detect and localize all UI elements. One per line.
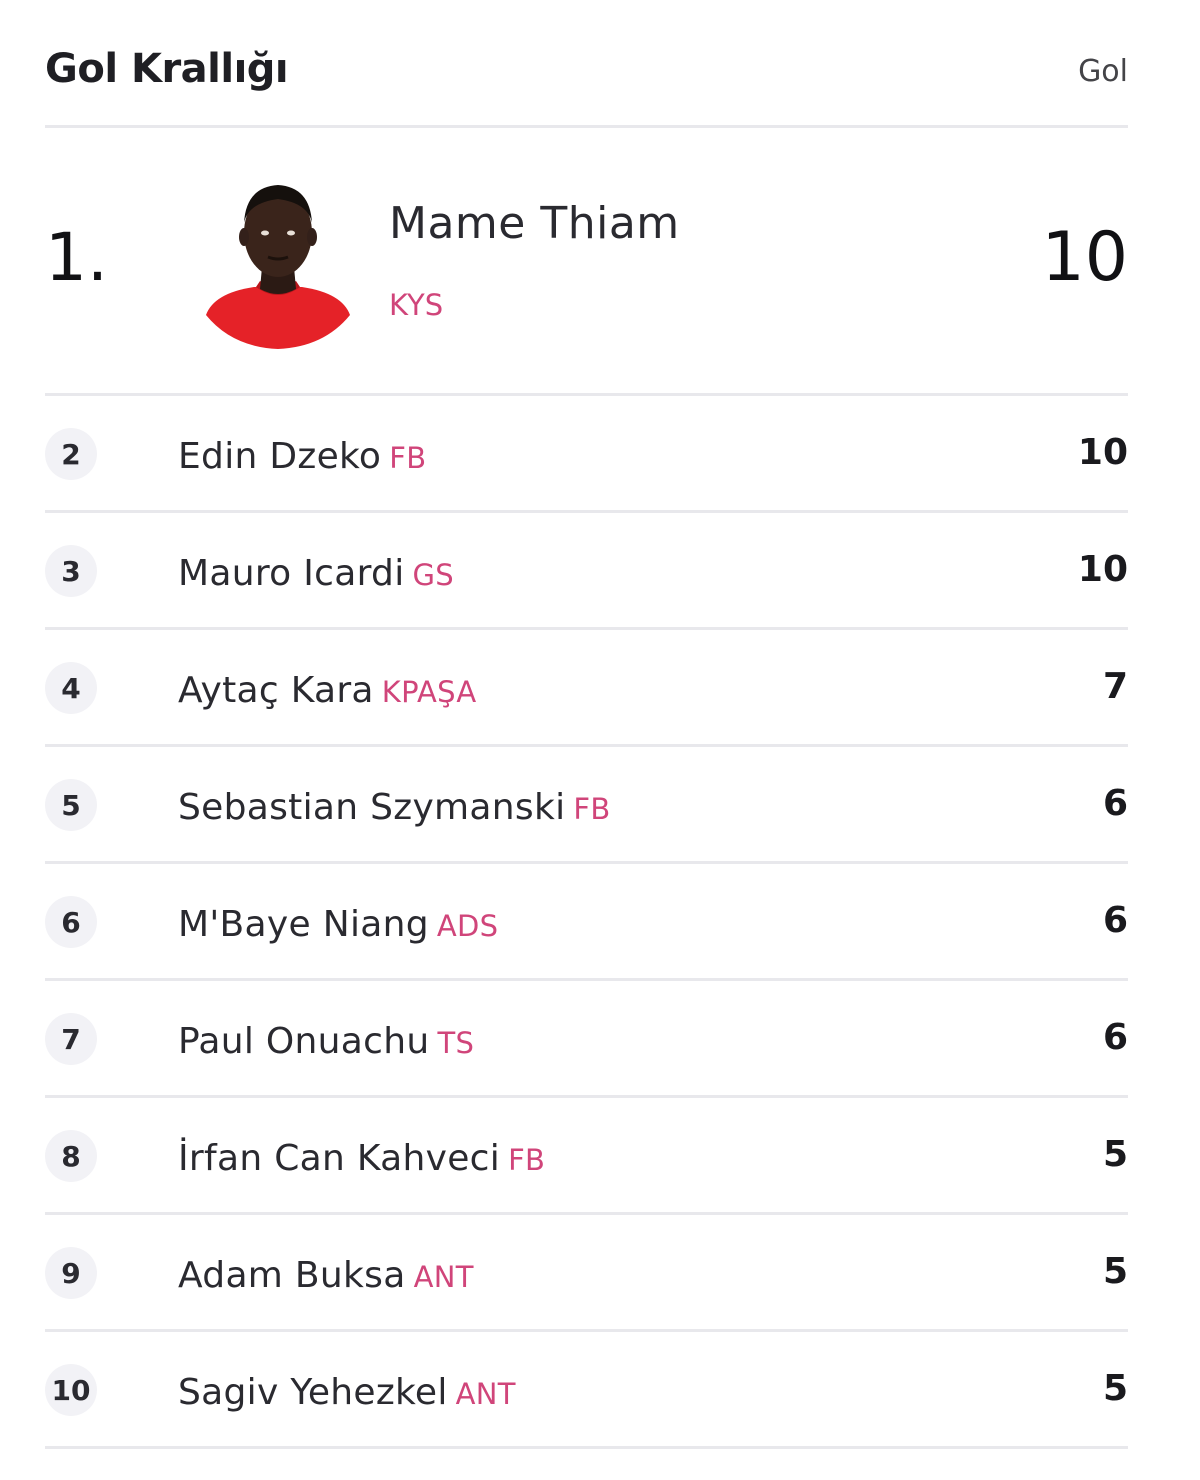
rank-badge: 2	[45, 428, 97, 480]
team-code: TS	[437, 1026, 475, 1060]
player-name: Sebastian Szymanski	[178, 787, 566, 828]
player-cell: Paul Onuachu TS	[178, 1021, 474, 1062]
player-name: Sagiv Yehezkel	[178, 1372, 448, 1413]
table-row[interactable]: 3 Mauro Icardi GS 10	[45, 513, 1128, 630]
goal-count: 6	[1102, 1017, 1128, 1058]
team-code: ANT	[413, 1260, 474, 1294]
team-code: KPAŞA	[381, 675, 477, 709]
player-cell: İrfan Can Kahveci FB	[178, 1138, 545, 1179]
player-cell: Sebastian Szymanski FB	[178, 787, 611, 828]
table-row[interactable]: 7 Paul Onuachu TS 6	[45, 981, 1128, 1098]
rank-badge: 6	[45, 896, 97, 948]
rank-badge: 4	[45, 662, 97, 714]
table-row[interactable]: 10 Sagiv Yehezkel ANT 5	[45, 1332, 1128, 1449]
rank-badge: 9	[45, 1247, 97, 1299]
player-name: İrfan Can Kahveci	[178, 1138, 501, 1179]
goals-column-label: Gol	[1078, 54, 1128, 89]
rank-badge: 3	[45, 545, 97, 597]
table-row[interactable]: 2 Edin Dzeko FB 10	[45, 396, 1128, 513]
rank-badge: 10	[45, 1364, 97, 1416]
team-code: FB	[573, 792, 611, 826]
rank-badge: 5	[45, 779, 97, 831]
goal-count: 5	[1102, 1134, 1128, 1175]
goal-count: 6	[1102, 900, 1128, 941]
top-scorers-widget: Gol Krallığı Gol 1. Mame Thiam KYS 10 2 …	[45, 0, 1128, 1480]
player-cell: Aytaç Kara KPAŞA	[178, 670, 477, 711]
player-name: M'Baye Niang	[178, 904, 429, 945]
player-cell: Adam Buksa ANT	[178, 1255, 474, 1296]
team-code: FB	[389, 441, 427, 475]
goal-count: 6	[1102, 783, 1128, 824]
goal-count: 5	[1102, 1251, 1128, 1292]
table-row[interactable]: 5 Sebastian Szymanski FB 6	[45, 747, 1128, 864]
widget-title: Gol Krallığı	[45, 46, 289, 92]
leader-goals: 10	[1041, 218, 1128, 297]
player-cell: Edin Dzeko FB	[178, 436, 426, 477]
team-code: GS	[412, 558, 454, 592]
goal-count: 5	[1102, 1368, 1128, 1409]
player-name: Mauro Icardi	[178, 553, 405, 594]
leader-name: Mame Thiam	[389, 198, 680, 249]
player-name: Adam Buksa	[178, 1255, 406, 1296]
goal-count: 7	[1102, 666, 1128, 707]
team-code: ANT	[455, 1377, 516, 1411]
goal-count: 10	[1077, 549, 1128, 590]
rank-badge: 7	[45, 1013, 97, 1065]
player-name: Edin Dzeko	[178, 436, 382, 477]
player-name: Paul Onuachu	[178, 1021, 430, 1062]
team-code: FB	[508, 1143, 546, 1177]
player-name: Aytaç Kara	[178, 670, 374, 711]
table-row[interactable]: 8 İrfan Can Kahveci FB 5	[45, 1098, 1128, 1215]
table-row[interactable]: 9 Adam Buksa ANT 5	[45, 1215, 1128, 1332]
player-cell: M'Baye Niang ADS	[178, 904, 498, 945]
table-row[interactable]: 6 M'Baye Niang ADS 6	[45, 864, 1128, 981]
leader-row[interactable]: 1. Mame Thiam KYS 10	[45, 128, 1128, 396]
leader-team: KYS	[389, 288, 444, 322]
player-cell: Sagiv Yehezkel ANT	[178, 1372, 516, 1413]
leader-rank: 1.	[45, 219, 108, 296]
team-code: ADS	[436, 909, 499, 943]
widget-header: Gol Krallığı Gol	[45, 0, 1128, 128]
table-row[interactable]: 4 Aytaç Kara KPAŞA 7	[45, 630, 1128, 747]
goal-count: 10	[1077, 432, 1128, 473]
player-photo	[206, 185, 350, 349]
player-cell: Mauro Icardi GS	[178, 553, 454, 594]
rank-badge: 8	[45, 1130, 97, 1182]
